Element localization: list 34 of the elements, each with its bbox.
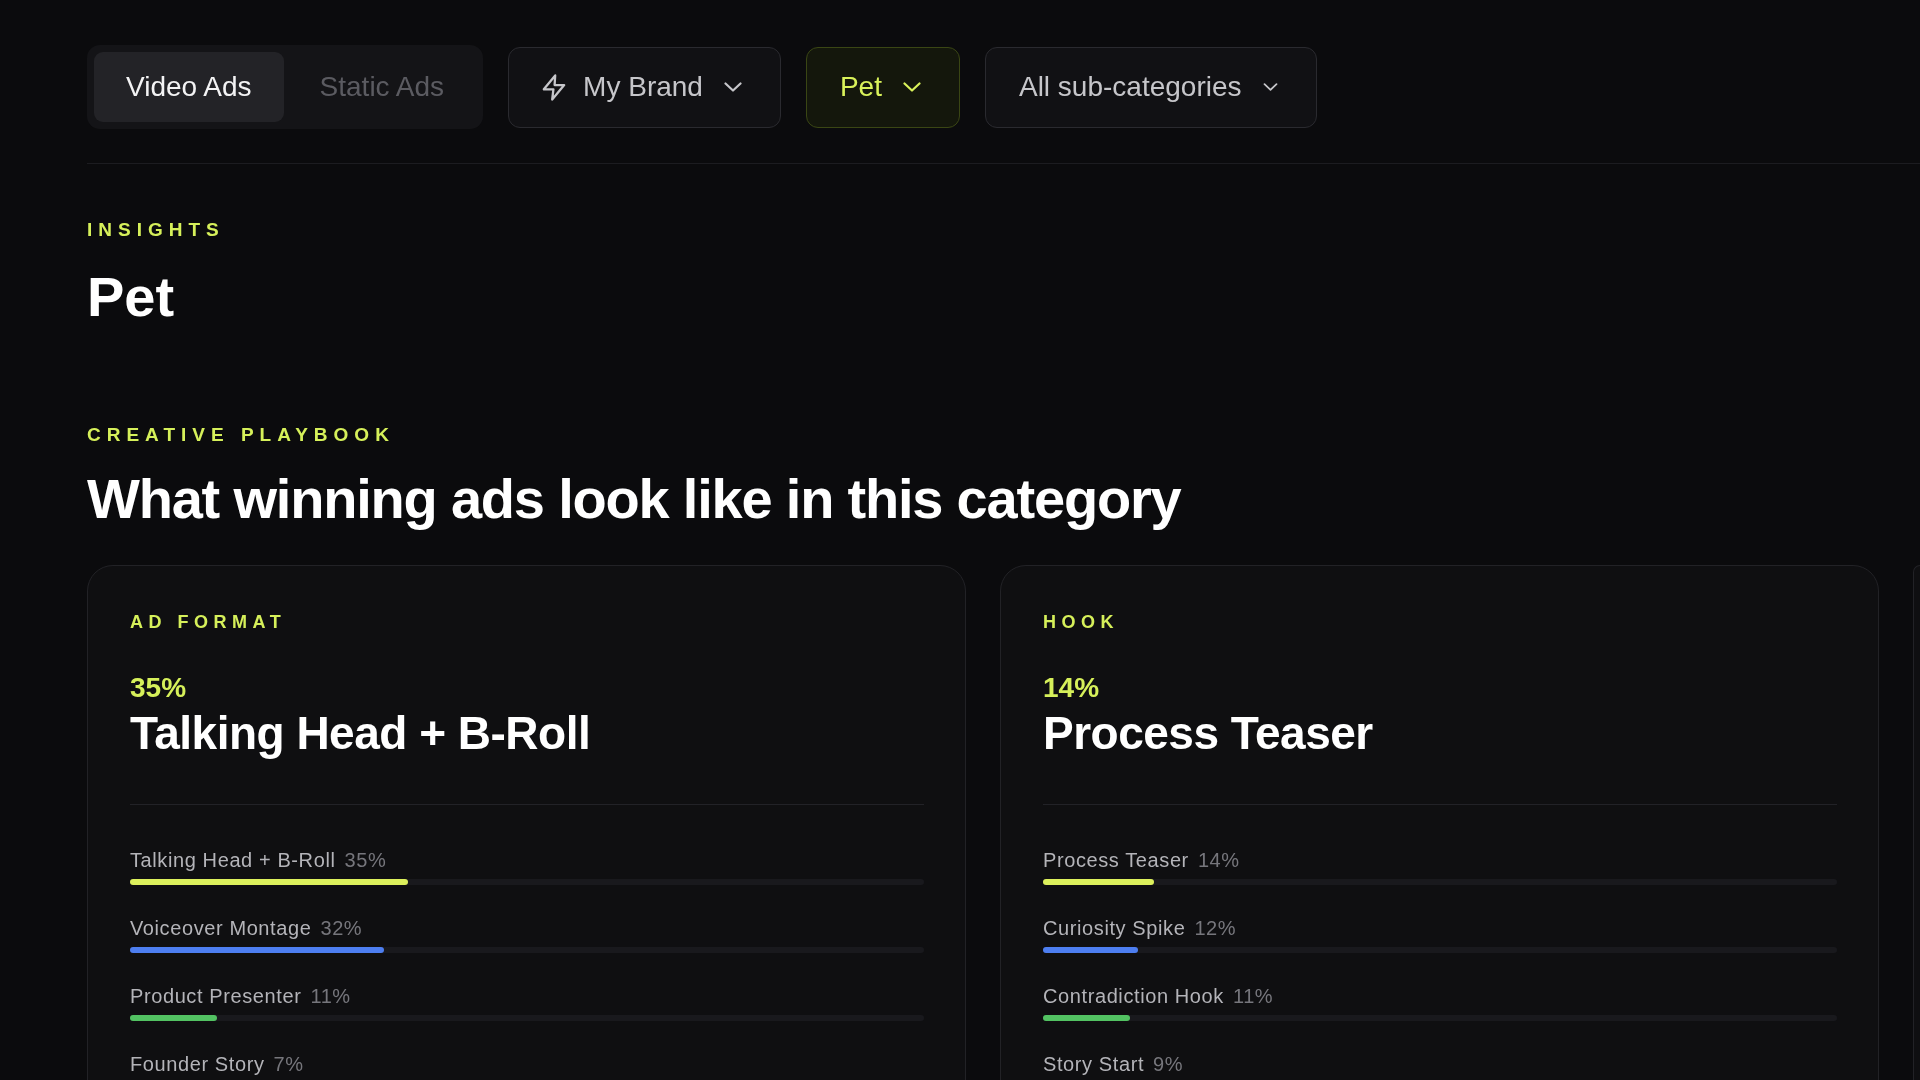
row-label: Product Presenter: [130, 984, 302, 1008]
page-title: Pet: [87, 266, 176, 328]
category-dropdown[interactable]: Pet: [805, 46, 960, 128]
row-label: Contradiction Hook: [1043, 984, 1224, 1008]
card-label: AD FORMAT: [130, 611, 288, 633]
row-label: Process Teaser: [1043, 848, 1189, 872]
card-label: HOOK: [1043, 611, 1120, 633]
chevron-down-icon: [902, 82, 921, 92]
section-title: What winning ads look like in this category: [87, 468, 1182, 530]
row-percent: 12%: [1194, 916, 1237, 940]
tab[interactable]: Video Ads: [94, 52, 284, 122]
row-label: Talking Head + B-Roll: [130, 848, 336, 872]
card-title: Process Teaser: [1043, 707, 1374, 759]
row-percent: 7%: [273, 1052, 304, 1076]
row-percent: 9%: [1153, 1052, 1184, 1076]
row-label: Voiceover Montage: [130, 916, 312, 940]
brand-dropdown[interactable]: My Brand: [508, 46, 781, 128]
top-share-percent: 14%: [1043, 673, 1101, 703]
row-label: Story Start: [1043, 1052, 1145, 1076]
chevron-down-icon: [723, 82, 742, 92]
section-label: INSIGHTS: [87, 218, 226, 241]
row-label: Founder Story: [130, 1052, 265, 1076]
chevron-down-icon: [1262, 83, 1278, 91]
row-percent: 32%: [320, 916, 363, 940]
card-title: Talking Head + B-Roll: [130, 707, 592, 759]
section-label: CREATIVE PLAYBOOK: [87, 423, 396, 446]
subcategory-dropdown[interactable]: All sub-categories: [984, 46, 1317, 128]
row-percent: 11%: [1232, 984, 1274, 1008]
row-percent: 35%: [344, 848, 387, 872]
row-label: Curiosity Spike: [1043, 916, 1186, 940]
row-percent: 14%: [1197, 848, 1240, 872]
lightning-bolt-icon: [542, 73, 567, 101]
top-share-percent: 35%: [130, 673, 188, 703]
row-percent: 11%: [310, 984, 351, 1008]
